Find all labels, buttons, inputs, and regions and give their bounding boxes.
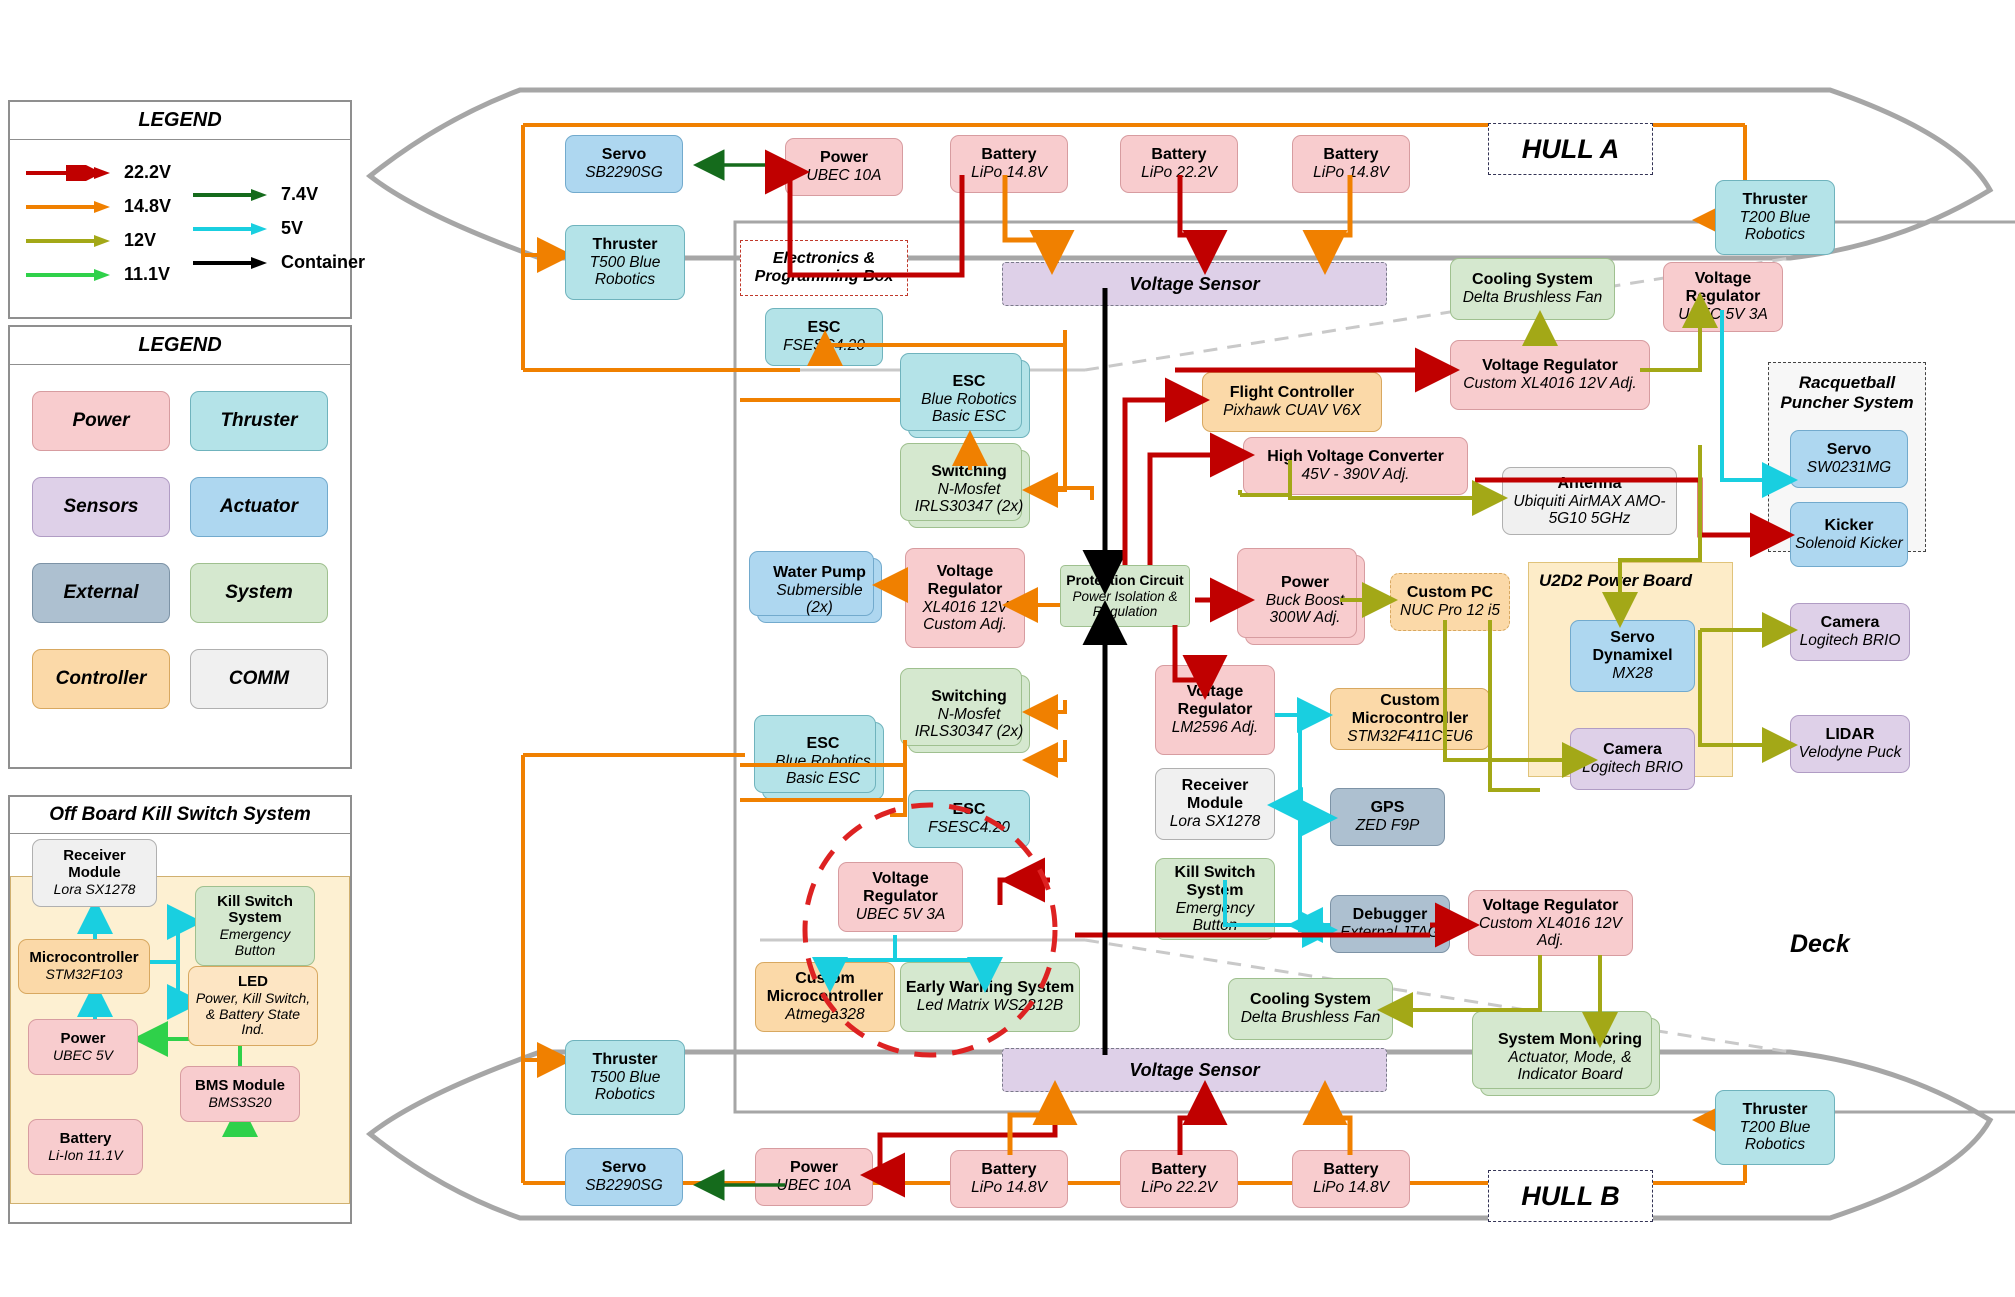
node-servo-hull-a[interactable]: Servo SB2290SG [565, 135, 683, 193]
legend-label: 11.1V [124, 264, 171, 284]
node-thruster-t200-hull-b[interactable]: Thruster T200 Blue Robotics [1715, 1090, 1835, 1165]
legend-label: Container [281, 252, 366, 272]
legend-swatch-controller: Controller [32, 649, 170, 709]
legend-entry: 14.8V [24, 196, 171, 217]
node-antenna[interactable]: Antenna Ubiquiti AirMAX AMO-5G10 5GHz [1502, 467, 1677, 535]
node-esc-fsesc-b[interactable]: ESC FSESC4.20 [908, 790, 1030, 848]
legend-swatch-sensors: Sensors [32, 477, 170, 537]
legend-swatch-actuator: Actuator [190, 477, 328, 537]
ks-microcontroller[interactable]: Microcontroller STM32F103 [18, 939, 150, 994]
legend-label: 5V [281, 218, 304, 238]
legend-label: 22.2V [124, 162, 172, 182]
node-protection-circuit[interactable]: Protection Circuit Power Isolation & Reg… [1060, 565, 1190, 627]
node-cooling-system-a[interactable]: Cooling System Delta Brushless Fan [1450, 258, 1615, 320]
node-camera-brio-left[interactable]: Camera Logitech BRIO [1570, 728, 1695, 790]
node-camera-brio-right[interactable]: Camera Logitech BRIO [1790, 603, 1910, 661]
node-system-monitoring[interactable]: System Monitoring Actuator, Mode, & Indic… [1472, 1011, 1660, 1096]
node-flight-controller[interactable]: Flight Controller Pixhawk CUAV V6X [1202, 372, 1382, 432]
ks-battery[interactable]: Battery Li-Ion 11.1V [28, 1119, 143, 1175]
node-servo-sw0231mg[interactable]: Servo SW0231MG [1790, 430, 1908, 488]
node-custom-microcontroller-stm32[interactable]: Custom Microcontroller STM32F411CEU6 [1330, 688, 1490, 750]
legend-title: LEGEND [10, 327, 350, 365]
legend-entry: 11.1V [24, 264, 171, 285]
legend-entry: 12V [24, 230, 171, 251]
node-cooling-system-b[interactable]: Cooling System Delta Brushless Fan [1228, 978, 1393, 1040]
legend-entry: 7.4V [191, 184, 365, 205]
legend-label: 14.8V [124, 196, 172, 216]
node-esc-blue-a[interactable]: ESC Blue Robotics Basic ESC [900, 353, 1030, 438]
deck-label: Deck [1790, 930, 1850, 958]
ks-power[interactable]: Power UBEC 5V [28, 1019, 138, 1075]
node-battery-b3[interactable]: Battery LiPo 14.8V [1292, 1150, 1410, 1208]
node-kill-switch-system-hull-a[interactable]: Kill Switch System Emergency Button [1155, 858, 1275, 940]
voltage-sensor-top: Voltage Sensor [1002, 262, 1387, 306]
node-servo-dynamixel[interactable]: Servo Dynamixel MX28 [1570, 620, 1695, 692]
legend-swatch-thruster: Thruster [190, 391, 328, 451]
node-thruster-t500-hull-a[interactable]: Thruster T500 Blue Robotics [565, 225, 685, 300]
legend-swatch-external: External [32, 563, 170, 623]
legend-title: LEGEND [10, 102, 350, 140]
legend-label: 7.4V [281, 184, 319, 204]
node-custom-pc[interactable]: Custom PC NUC Pro 12 i5 [1390, 573, 1510, 631]
node-gps[interactable]: GPS ZED F9P [1330, 788, 1445, 846]
node-esc-fsesc-a[interactable]: ESC FSESC4.20 [765, 308, 883, 366]
node-battery-b1[interactable]: Battery LiPo 14.8V [950, 1150, 1068, 1208]
node-switching-a[interactable]: Switching N-Mosfet IRLS30347 (2x) [900, 443, 1030, 528]
node-early-warning-system[interactable]: Early Warning System Led Matrix WS2812B [900, 962, 1080, 1032]
node-battery-a1[interactable]: Battery LiPo 14.8V [950, 135, 1068, 193]
hull-a-label: HULL A [1488, 123, 1653, 175]
hull-b-label: HULL B [1488, 1170, 1653, 1222]
ks-led[interactable]: LED Power, Kill Switch, & Battery State … [188, 966, 318, 1046]
ks-receiver-module[interactable]: Receiver Module Lora SX1278 [32, 839, 157, 907]
legend-entry: Container [191, 252, 365, 273]
node-receiver-module-hull-a[interactable]: Receiver Module Lora SX1278 [1155, 768, 1275, 840]
ks-kill-switch-system[interactable]: Kill Switch System Emergency Button [195, 886, 315, 966]
node-high-voltage-converter[interactable]: High Voltage Converter 45V - 390V Adj. [1243, 437, 1468, 495]
node-vreg-xl4016-custom[interactable]: Voltage Regulator XL4016 12V Custom Adj. [905, 548, 1025, 648]
node-vreg-xl4016-12v-a[interactable]: Voltage Regulator Custom XL4016 12V Adj. [1450, 340, 1650, 410]
node-vreg-xl4016-12v-b[interactable]: Voltage Regulator Custom XL4016 12V Adj. [1468, 890, 1633, 956]
node-battery-b2[interactable]: Battery LiPo 22.2V [1120, 1150, 1238, 1208]
node-vreg-ubec5v3a-a[interactable]: Voltage Regulator UBEC 5V 3A [1663, 262, 1783, 332]
legend-swatch-power: Power [32, 391, 170, 451]
node-thruster-t200-hull-a[interactable]: Thruster T200 Blue Robotics [1715, 180, 1835, 255]
legend-swatch-comm: COMM [190, 649, 328, 709]
node-servo-hull-b[interactable]: Servo SB2290SG [565, 1148, 683, 1206]
node-power-ubec-hull-b[interactable]: Power UBEC 10A [755, 1148, 873, 1206]
node-lidar[interactable]: LIDAR Velodyne Puck [1790, 715, 1910, 773]
legend-wire-colors: LEGEND 22.2V 14.8V 12V 11.1V 7.4V 5V Con… [8, 100, 365, 319]
node-custom-microcontroller-atmega[interactable]: Custom Microcontroller Atmega328 [755, 962, 895, 1032]
kill-switch-panel-title: Off Board Kill Switch System [10, 797, 350, 834]
off-board-kill-switch-panel: Off Board Kill Switch System Receiver Mo… [8, 795, 352, 1224]
node-esc-blue-b[interactable]: ESC Blue Robotics Basic ESC [754, 715, 884, 800]
legend-entry: 22.2V [24, 162, 171, 183]
legend-label: 12V [124, 230, 157, 250]
legend-entry: 5V [191, 218, 365, 239]
node-switching-b[interactable]: Switching N-Mosfet IRLS30347 (2x) [900, 668, 1030, 753]
node-vreg-lm2596[interactable]: Voltage Regulator LM2596 Adj. [1155, 665, 1275, 755]
node-vreg-ubec5v3a-b[interactable]: Voltage Regulator UBEC 5V 3A [838, 862, 963, 932]
legend-swatch-system: System [190, 563, 328, 623]
node-power-ubec-hull-a[interactable]: Power UBEC 10A [785, 138, 903, 196]
node-water-pump[interactable]: Water Pump Submersible (2x) [749, 551, 882, 623]
voltage-sensor-bottom: Voltage Sensor [1002, 1048, 1387, 1092]
node-kicker[interactable]: Kicker Solenoid Kicker [1790, 502, 1908, 567]
legend-block-colors: LEGEND Power Thruster Sensors Actuator E… [8, 325, 352, 769]
node-battery-a2[interactable]: Battery LiPo 22.2V [1120, 135, 1238, 193]
ks-bms-module[interactable]: BMS Module BMS3S20 [180, 1066, 300, 1122]
node-buck-boost[interactable]: Power Buck Boost 300W Adj. [1237, 548, 1365, 645]
node-thruster-t500-hull-b[interactable]: Thruster T500 Blue Robotics [565, 1040, 685, 1115]
node-battery-a3[interactable]: Battery LiPo 14.8V [1292, 135, 1410, 193]
electronics-programming-box-label: Electronics & Programming Box [740, 240, 908, 296]
node-debugger[interactable]: Debugger External JTAG [1330, 895, 1450, 953]
